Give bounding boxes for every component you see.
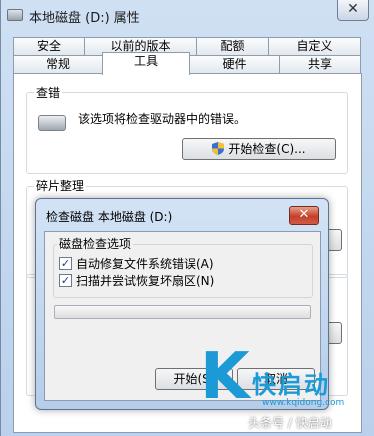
tab-general[interactable]: 常规 (13, 55, 103, 73)
scan-sectors-label: 扫描并尝试恢复坏扇区(N) (76, 274, 215, 288)
disk-options-title: 磁盘检查选项 (57, 235, 134, 252)
tab-tools[interactable]: 工具 (102, 52, 190, 75)
check-progress-bar (54, 305, 311, 319)
scan-sectors-checkbox[interactable]: ✓ (59, 274, 72, 287)
tab-security[interactable]: 安全 (13, 37, 85, 55)
auto-fix-label: 自动修复文件系统错误(A) (76, 257, 214, 271)
error-check-title: 查错 (34, 84, 63, 101)
hard-drive-icon (38, 115, 66, 131)
error-check-group (26, 92, 348, 174)
dialog-close-button[interactable]: ✕ (289, 206, 319, 225)
dialog-title: 检查磁盘 本地磁盘 (D:) (46, 210, 173, 224)
start-check-label: 开始检查(C)... (228, 142, 306, 156)
watermark-url: www.kqidong.com (262, 398, 345, 408)
tab-hardware[interactable]: 硬件 (189, 55, 280, 73)
uac-shield-icon (212, 142, 225, 155)
error-check-description: 该选项将检查驱动器中的错误。 (78, 112, 247, 126)
watermark-brand: 快启动 (252, 371, 330, 399)
auto-fix-checkbox[interactable]: ✓ (59, 257, 72, 270)
drive-icon (7, 9, 23, 21)
title-bar: 本地磁盘 (D:) 属性 (7, 6, 337, 26)
watermark-logo-letter: K (200, 340, 250, 414)
tab-quota[interactable]: 配额 (196, 37, 269, 55)
start-check-button[interactable]: 开始检查(C)... (182, 138, 336, 160)
defrag-title: 碎片整理 (34, 177, 87, 194)
window-close-button[interactable]: ✕ (337, 0, 369, 21)
tab-row-2: 常规 工具 硬件 共享 (13, 52, 361, 75)
window-title: 本地磁盘 (D:) 属性 (29, 11, 140, 26)
watermark-footer: 头条号 / 快启动 (248, 416, 332, 430)
tab-sharing[interactable]: 共享 (279, 55, 361, 73)
tab-customize[interactable]: 自定义 (268, 37, 361, 55)
